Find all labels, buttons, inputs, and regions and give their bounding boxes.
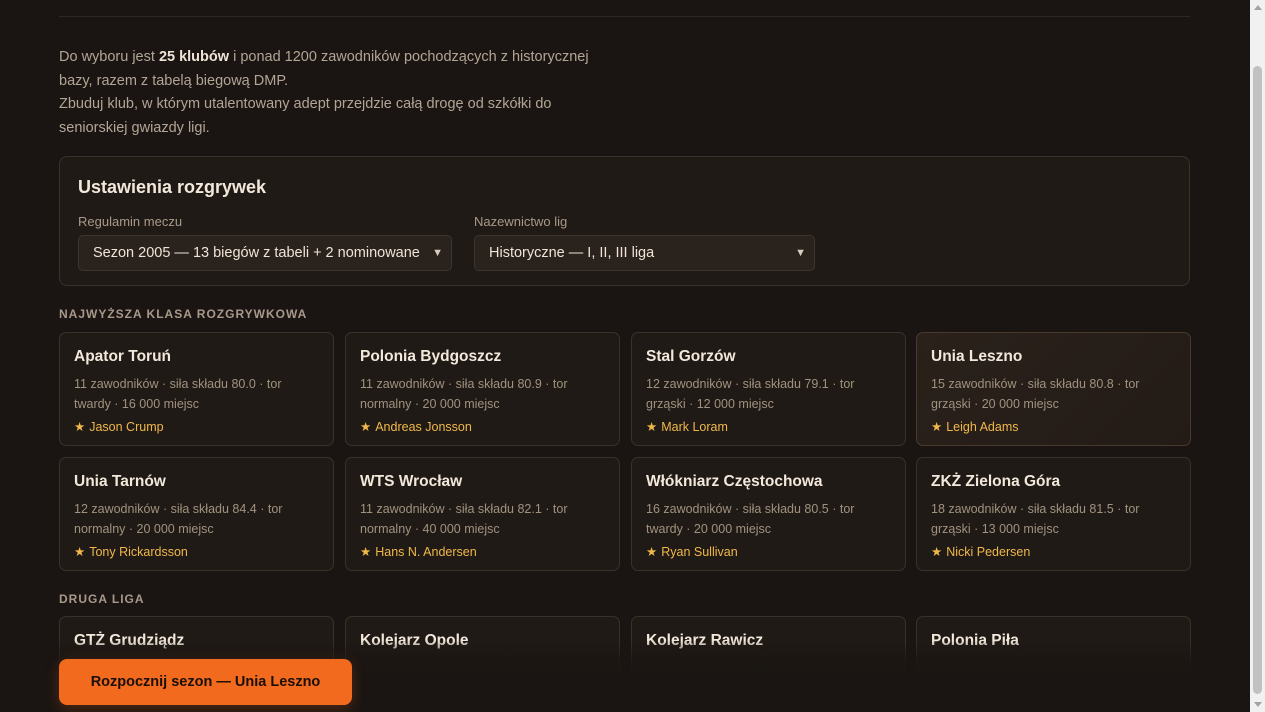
club-name: Unia Leszno bbox=[931, 348, 1023, 365]
divider bbox=[59, 16, 1190, 17]
star-icon: ★ bbox=[360, 545, 372, 559]
section-title-top-league: NAJWYŻSZA KLASA ROZGRYWKOWA bbox=[59, 307, 308, 321]
star-icon: ★ bbox=[646, 545, 658, 559]
club-star-rider: ★ Andreas Jonsson bbox=[360, 420, 472, 434]
club-star-rider: ★ Nicki Pedersen bbox=[931, 545, 1031, 559]
intro-paragraph-2: Zbuduj klub, w którym utalentowany adept… bbox=[59, 96, 552, 136]
club-meta: 11 zawodników · siła składu 80.9 · tor n… bbox=[360, 377, 568, 411]
club-meta: 16 zawodników · siła składu 80.5 · tor t… bbox=[646, 502, 855, 536]
rules-select-value: Sezon 2005 — 13 biegów z tabeli + 2 nomi… bbox=[93, 245, 420, 261]
star-icon: ★ bbox=[931, 420, 943, 434]
star-icon: ★ bbox=[931, 545, 943, 559]
star-icon: ★ bbox=[646, 420, 658, 434]
club-meta: 12 zawodników · siła składu 79.1 · tor g… bbox=[646, 377, 855, 411]
intro-paragraph-1: Do wyboru jest 25 klubów i ponad 1200 za… bbox=[59, 49, 589, 89]
page: Do wyboru jest 25 klubów i ponad 1200 za… bbox=[0, 0, 1250, 712]
settings-panel: Ustawienia rozgrywek Regulamin meczu Sez… bbox=[59, 156, 1190, 286]
scroll-up-icon[interactable] bbox=[1254, 5, 1262, 10]
club-meta: 11 zawodników · siła składu 82.1 · tor n… bbox=[360, 502, 568, 536]
star-icon: ★ bbox=[74, 545, 86, 559]
club-card-apator-torun[interactable]: Apator Toruń 11 zawodników · siła składu… bbox=[59, 332, 334, 446]
club-meta: 15 zawodników · siła składu 80.8 · tor g… bbox=[931, 377, 1140, 411]
rules-label: Regulamin meczu bbox=[78, 214, 183, 229]
star-icon: ★ bbox=[74, 420, 86, 434]
club-card-polonia-bydgoszcz[interactable]: Polonia Bydgoszcz 11 zawodników · siła s… bbox=[345, 332, 620, 446]
club-card-wlokniarz-czestochowa[interactable]: Włókniarz Częstochowa 16 zawodników · si… bbox=[631, 457, 906, 571]
club-name: Polonia Bydgoszcz bbox=[360, 348, 502, 365]
naming-label: Nazewnictwo lig bbox=[474, 214, 568, 229]
settings-title: Ustawienia rozgrywek bbox=[78, 177, 267, 197]
club-meta: 11 zawodników · siła składu 80.0 · tor t… bbox=[74, 377, 282, 411]
club-meta: 12 zawodników · siła składu 84.4 · tor n… bbox=[74, 502, 283, 536]
chevron-down-icon: ▼ bbox=[432, 247, 443, 259]
scrollbar-thumb[interactable] bbox=[1253, 66, 1262, 694]
club-meta: 18 zawodników · siła składu 81.5 · tor g… bbox=[931, 502, 1140, 536]
club-star-rider: ★ Tony Rickardsson bbox=[74, 545, 188, 559]
club-card-unia-tarnow[interactable]: Unia Tarnów 12 zawodników · siła składu … bbox=[59, 457, 334, 571]
naming-select[interactable]: Historyczne — I, II, III liga ▼ bbox=[474, 235, 815, 271]
club-star-rider: ★ Mark Loram bbox=[646, 420, 728, 434]
club-name: Stal Gorzów bbox=[646, 348, 736, 365]
section-title-second-league: DRUGA LIGA bbox=[59, 592, 145, 606]
naming-select-value: Historyczne — I, II, III liga bbox=[489, 245, 655, 261]
club-card-stal-gorzow[interactable]: Stal Gorzów 12 zawodników · siła składu … bbox=[631, 332, 906, 446]
club-card-zkz-zielona-gora[interactable]: ZKŻ Zielona Góra 18 zawodników · siła sk… bbox=[916, 457, 1191, 571]
club-name: Włókniarz Częstochowa bbox=[646, 473, 823, 490]
club-card-unia-leszno[interactable]: Unia Leszno 15 zawodników · siła składu … bbox=[916, 332, 1191, 446]
club-card-wts-wroclaw[interactable]: WTS Wrocław 11 zawodników · siła składu … bbox=[345, 457, 620, 571]
club-star-rider: ★ Leigh Adams bbox=[931, 420, 1019, 434]
rules-select[interactable]: Sezon 2005 — 13 biegów z tabeli + 2 nomi… bbox=[78, 235, 452, 271]
club-name: Apator Toruń bbox=[74, 348, 172, 365]
scroll-down-icon[interactable] bbox=[1254, 702, 1262, 707]
start-season-button[interactable]: Rozpocznij sezon — Unia Leszno bbox=[59, 659, 352, 705]
star-icon: ★ bbox=[360, 420, 372, 434]
club-count: 25 klubów bbox=[158, 49, 230, 65]
club-star-rider: ★ Hans N. Andersen bbox=[360, 545, 477, 559]
club-name: ZKŻ Zielona Góra bbox=[931, 473, 1061, 490]
club-star-rider: ★ Ryan Sullivan bbox=[646, 545, 738, 559]
chevron-down-icon: ▼ bbox=[795, 247, 806, 259]
intro-text: Do wyboru jest 25 klubów i ponad 1200 za… bbox=[59, 46, 619, 140]
vertical-scrollbar[interactable] bbox=[1250, 0, 1265, 712]
club-name: Unia Tarnów bbox=[74, 473, 166, 490]
club-name: WTS Wrocław bbox=[360, 473, 463, 490]
club-star-rider: ★ Jason Crump bbox=[74, 420, 164, 434]
